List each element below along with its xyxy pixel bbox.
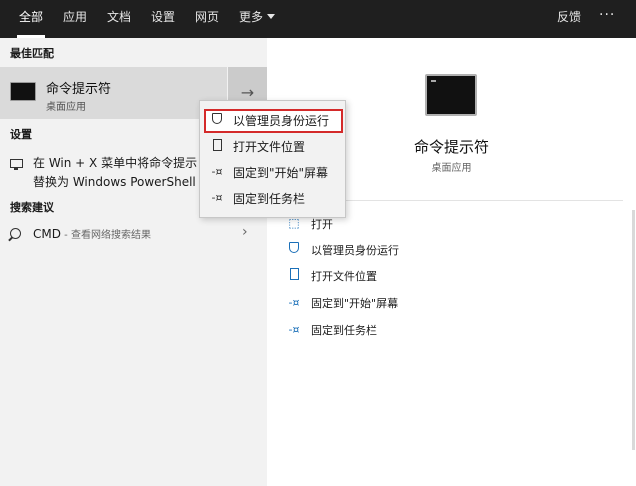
tab-settings[interactable]: 设置: [151, 0, 175, 38]
shield-icon: [287, 242, 301, 256]
best-match-subtitle: 桌面应用: [46, 102, 86, 113]
open-icon: ⬚: [288, 216, 300, 230]
scrollbar[interactable]: [632, 210, 635, 450]
web-search-suggestion[interactable]: CMD - 查看网络搜索结果 ›: [0, 224, 267, 246]
setting-result-line1: 在 Win + X 菜单中将命令提示: [33, 156, 198, 170]
action-label: 固定到"开始"屏幕: [311, 297, 399, 310]
search-query: CMD: [33, 227, 61, 241]
menu-item-pin-to-taskbar[interactable]: -¤ 固定到任务栏: [204, 187, 343, 211]
action-label: 打开文件位置: [311, 270, 377, 283]
action-pin-to-taskbar[interactable]: -¤ 固定到任务栏: [287, 320, 587, 340]
pin-icon: -¤: [211, 191, 223, 204]
menu-item-label: 打开文件位置: [233, 140, 306, 154]
menu-item-open-file-location[interactable]: 打开文件位置: [204, 135, 343, 159]
tab-label: 全部: [19, 10, 44, 24]
action-open-file-location[interactable]: 打开文件位置: [287, 266, 587, 286]
tab-apps[interactable]: 应用: [63, 0, 87, 38]
tab-label: 应用: [63, 10, 88, 24]
chevron-down-icon: [267, 14, 276, 19]
menu-item-run-as-admin[interactable]: 以管理员身份运行: [204, 109, 343, 133]
command-prompt-icon: [10, 82, 36, 101]
more-options-button[interactable]: ···: [599, 0, 615, 38]
tab-all[interactable]: 全部: [16, 0, 46, 38]
search-icon: [10, 228, 21, 239]
menu-item-label: 固定到任务栏: [233, 192, 306, 206]
pin-icon: -¤: [288, 323, 300, 336]
feedback-label: 反馈: [557, 10, 582, 24]
action-label: 固定到任务栏: [311, 324, 377, 337]
best-match-heading: 最佳匹配: [10, 47, 54, 60]
action-label: 打开: [311, 218, 333, 231]
monitor-icon: [10, 159, 23, 170]
command-prompt-icon: [425, 74, 477, 116]
tab-label: 设置: [151, 10, 176, 24]
context-menu: 以管理员身份运行 打开文件位置 -¤ 固定到"开始"屏幕 -¤ 固定到任务栏: [199, 100, 346, 218]
document-icon: [287, 268, 301, 282]
menu-item-label: 固定到"开始"屏幕: [233, 166, 329, 180]
menu-item-pin-to-start[interactable]: -¤ 固定到"开始"屏幕: [204, 161, 343, 185]
document-icon: [210, 139, 224, 153]
tab-documents[interactable]: 文档: [107, 0, 131, 38]
search-hint: - 查看网络搜索结果: [60, 230, 151, 241]
action-pin-to-start[interactable]: -¤ 固定到"开始"屏幕: [287, 293, 587, 313]
search-suggestion-text: CMD - 查看网络搜索结果: [33, 226, 151, 241]
best-match-open[interactable]: 命令提示符 桌面应用: [0, 67, 227, 119]
pin-icon: -¤: [288, 296, 300, 309]
shield-icon: [210, 113, 224, 127]
search-top-bar: 全部 应用 文档 设置 网页 更多 反馈 ···: [0, 0, 636, 38]
best-match-title: 命令提示符: [46, 82, 112, 97]
menu-item-label: 以管理员身份运行: [233, 114, 330, 128]
search-suggestions-heading: 搜索建议: [10, 201, 54, 214]
action-label: 以管理员身份运行: [311, 244, 399, 257]
tab-label: 文档: [107, 10, 132, 24]
settings-heading: 设置: [10, 128, 32, 141]
pin-icon: -¤: [211, 165, 223, 178]
action-run-as-admin[interactable]: 以管理员身份运行: [287, 240, 587, 260]
setting-result-line2: 替换为 Windows PowerShell: [33, 175, 196, 189]
tab-label: 网页: [195, 10, 220, 24]
feedback-button[interactable]: 反馈: [557, 0, 581, 38]
tab-web[interactable]: 网页: [195, 0, 219, 38]
chevron-right-icon: ›: [242, 224, 248, 240]
tab-label: 更多: [239, 10, 264, 24]
tab-more[interactable]: 更多: [239, 0, 276, 38]
